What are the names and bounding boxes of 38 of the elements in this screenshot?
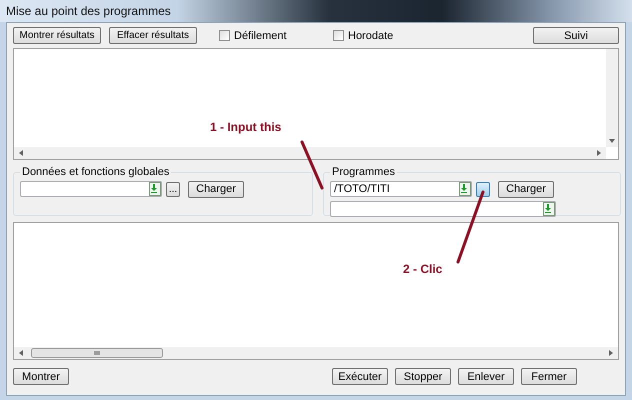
combo-field[interactable] <box>20 181 162 197</box>
annotation-text: 2 - Clic <box>403 262 442 276</box>
scrollbar[interactable] <box>14 347 618 359</box>
annotation-text: 1 - Input this <box>210 120 282 134</box>
show-button[interactable]: Montrer <box>13 368 69 385</box>
combo-field[interactable]: /TOTO/TITI <box>330 181 472 197</box>
footer-button[interactable]: Stopper <box>395 368 451 385</box>
checkbox-label: Défilement <box>234 30 287 42</box>
suivi-button[interactable]: Suivi <box>533 27 619 44</box>
window-title: Mise au point des programmes <box>6 4 171 18</box>
checkbox[interactable] <box>219 30 230 41</box>
scrollbar[interactable] <box>14 147 606 159</box>
footer-button[interactable]: Fermer <box>521 368 577 385</box>
load-button[interactable]: Charger <box>498 180 554 198</box>
load-button[interactable]: Charger <box>188 180 244 198</box>
group-title: Programmes <box>331 166 396 178</box>
download-icon <box>460 183 468 193</box>
scroll-arrow-icon <box>17 349 25 357</box>
field-value: /TOTO/TITI <box>333 183 391 195</box>
scrollbar[interactable] <box>606 49 618 147</box>
scroll-arrow-icon <box>607 349 615 357</box>
group-title: Données et fonctions globales <box>21 166 170 178</box>
combo-field[interactable] <box>330 201 556 217</box>
dropdown-button[interactable] <box>543 202 555 216</box>
dropdown-button[interactable] <box>459 182 471 196</box>
browse-button[interactable]: ... <box>166 182 180 196</box>
scroll-arrow-icon <box>17 149 25 157</box>
checkbox-label: Horodate <box>348 30 394 42</box>
footer-button[interactable]: Enlever <box>458 368 514 385</box>
footer-button[interactable]: Exécuter <box>332 368 388 385</box>
checkbox[interactable] <box>333 30 344 41</box>
download-icon <box>150 183 158 193</box>
download-icon <box>544 203 552 213</box>
browse-button[interactable] <box>476 182 490 196</box>
dropdown-button[interactable] <box>149 182 161 196</box>
toolbar-button[interactable]: Montrer résultats <box>13 27 101 44</box>
toolbar-button[interactable]: Effacer résultats <box>109 27 197 44</box>
leader-line <box>300 140 324 190</box>
